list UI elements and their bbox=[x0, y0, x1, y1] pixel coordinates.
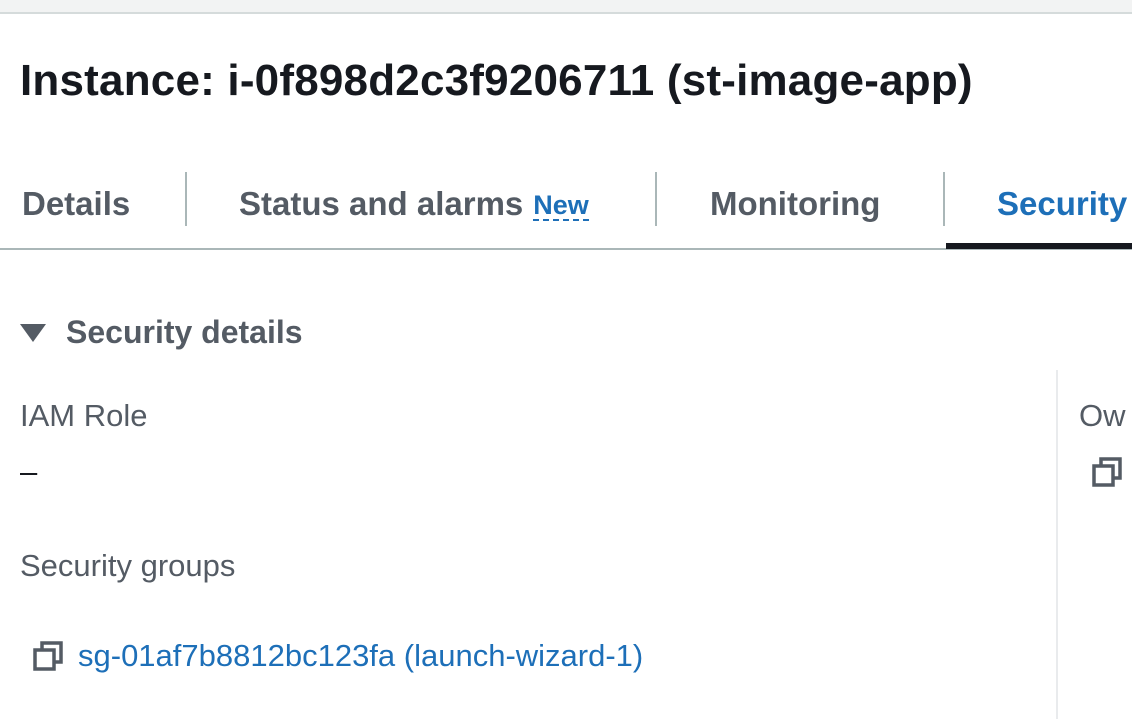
column-divider bbox=[1056, 370, 1058, 719]
iam-role-value: – bbox=[20, 454, 38, 489]
iam-role-label: IAM Role bbox=[20, 398, 148, 433]
tab-security[interactable]: Security bbox=[997, 160, 1127, 248]
section-title: Security details bbox=[66, 314, 303, 350]
tab-security-label: Security bbox=[997, 185, 1128, 222]
tab-divider bbox=[655, 172, 657, 226]
tab-details-label: Details bbox=[22, 185, 131, 222]
security-groups-label: Security groups bbox=[20, 548, 236, 583]
tab-divider bbox=[943, 172, 945, 226]
owner-label: Ow bbox=[1079, 398, 1126, 433]
tab-divider bbox=[185, 172, 187, 226]
tab-details[interactable]: Details bbox=[22, 160, 130, 248]
tab-bar: Details Status and alarms New Monitoring… bbox=[0, 160, 1132, 250]
tab-status-and-alarms-label: Status and alarms bbox=[239, 185, 524, 222]
tab-monitoring[interactable]: Monitoring bbox=[710, 160, 880, 248]
copy-icon[interactable] bbox=[32, 640, 64, 672]
page-title: Instance: i-0f898d2c3f9206711 (st-image-… bbox=[20, 56, 973, 105]
copy-icon[interactable] bbox=[1091, 456, 1123, 488]
tab-status-and-alarms[interactable]: Status and alarms New bbox=[239, 160, 589, 248]
security-details-header[interactable]: Security details bbox=[20, 314, 303, 351]
security-group-link[interactable]: sg-01af7b8812bc123fa (launch-wizard-1) bbox=[78, 638, 643, 674]
top-strip bbox=[0, 0, 1132, 14]
new-badge: New bbox=[533, 189, 589, 222]
caret-down-icon bbox=[20, 323, 46, 342]
active-tab-indicator bbox=[946, 243, 1132, 249]
tab-monitoring-label: Monitoring bbox=[710, 185, 881, 222]
